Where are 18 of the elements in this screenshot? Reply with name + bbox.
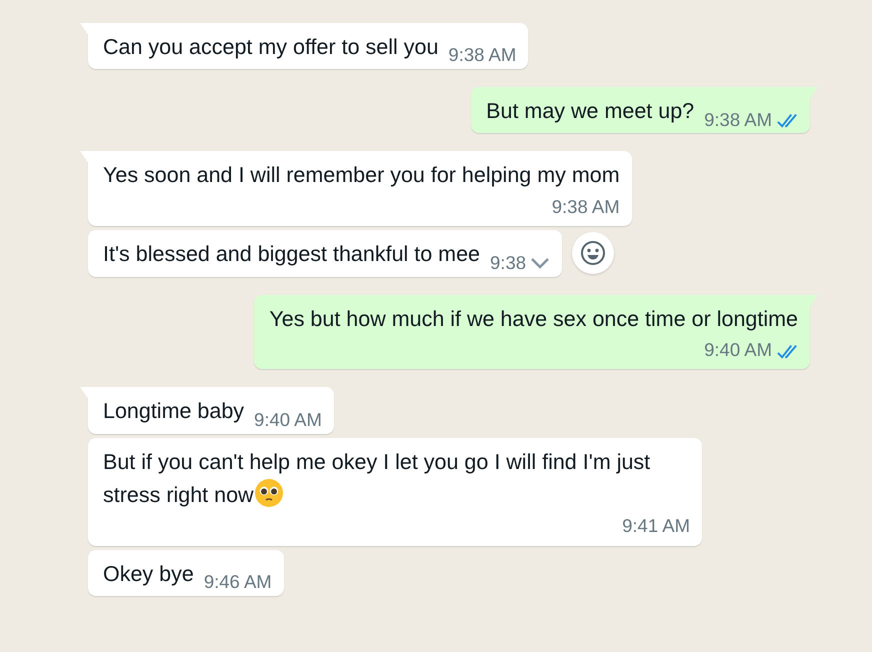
message-time: 9:38 AM: [448, 43, 516, 68]
message-text: Yes but how much if we have sex once time or longtime: [269, 306, 798, 330]
message-time: 9:38: [490, 250, 526, 275]
message-text: But if you can't help me okey I let you go I will find I'm just stress right now: [103, 450, 650, 507]
message-time: 9:38 AM: [552, 194, 620, 219]
message-text: Can you accept my offer to sell you: [103, 34, 438, 61]
message-time: 9:38 AM: [704, 108, 772, 132]
message-time: 9:40 AM: [704, 338, 772, 362]
message-text: Okey bye: [103, 560, 194, 588]
message-time: 9:46 AM: [204, 570, 272, 594]
message-time: 9:40 AM: [254, 408, 322, 432]
message-text: Longtime baby: [103, 398, 244, 426]
message-text: It's blessed and biggest thankful to mee: [103, 241, 480, 268]
reaction-button[interactable]: [572, 232, 614, 274]
message-text: But may we meet up?: [486, 98, 694, 126]
smiley-icon: [580, 240, 606, 266]
message-text: Yes soon and I will remember you for helping my mom: [103, 163, 620, 188]
message-time: 9:41 AM: [622, 514, 690, 538]
